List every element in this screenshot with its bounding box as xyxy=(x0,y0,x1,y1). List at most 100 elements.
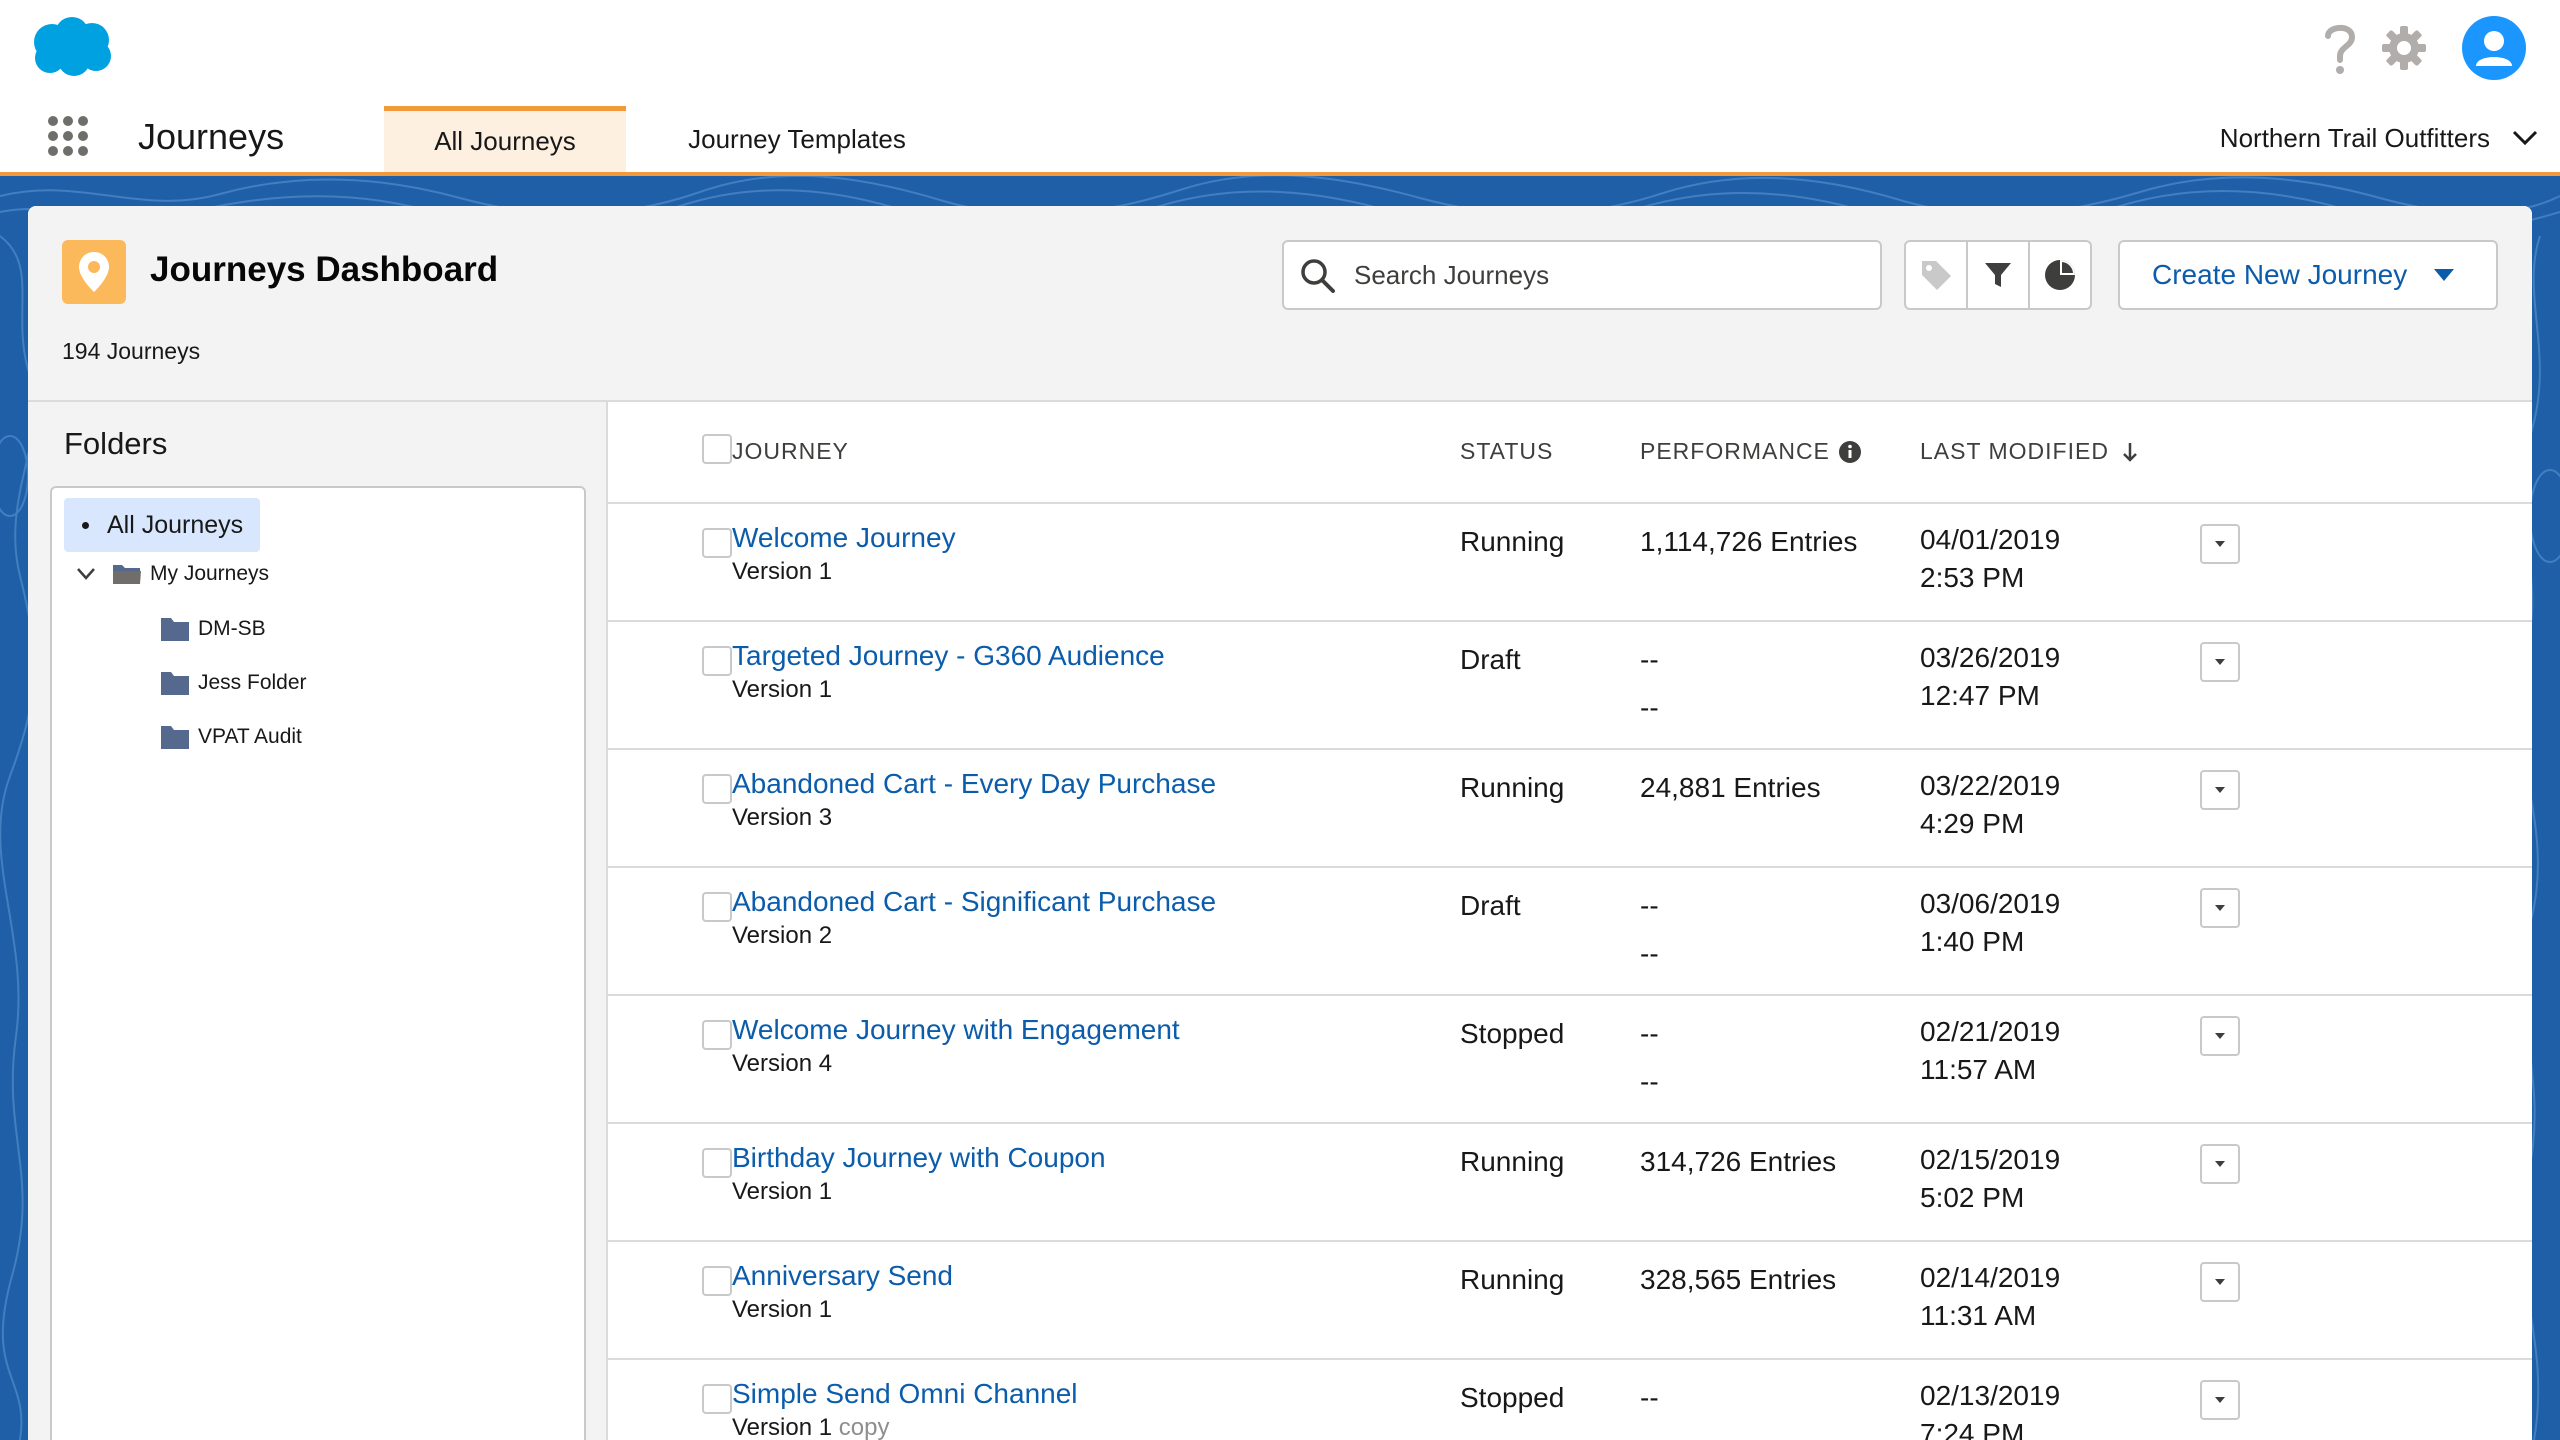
last-modified-date: 04/01/2019 xyxy=(1920,524,2061,555)
caret-down-icon xyxy=(2215,1397,2225,1403)
row-checkbox[interactable] xyxy=(702,774,732,804)
journey-performance: -- xyxy=(1640,644,1659,675)
journey-status: Stopped xyxy=(1460,1018,1565,1049)
row-actions-button[interactable] xyxy=(2200,1380,2240,1420)
chart-button[interactable] xyxy=(2030,242,2090,308)
journey-version: Version 1 copy xyxy=(732,1414,890,1440)
journey-version: Version 1 xyxy=(732,1178,833,1205)
question-mark-icon[interactable] xyxy=(2320,20,2360,76)
app-launcher-icon[interactable] xyxy=(48,116,88,156)
last-modified-date: 03/22/2019 xyxy=(1920,770,2061,801)
tab-all-journeys[interactable]: All Journeys xyxy=(384,106,626,172)
folder-vpat-audit[interactable]: VPAT Audit xyxy=(160,724,302,750)
row-actions-button[interactable] xyxy=(2200,1016,2240,1056)
journey-performance-secondary: -- xyxy=(1640,1066,1659,1097)
journey-name-link[interactable]: Welcome Journey with Engagement xyxy=(732,1014,1180,1046)
column-header-performance-label: PERFORMANCE xyxy=(1640,438,1830,464)
row-checkbox[interactable] xyxy=(702,892,732,922)
row-checkbox[interactable] xyxy=(702,646,732,676)
journeys-dashboard-card: Journeys Dashboard 194 Journeys Search J… xyxy=(28,206,2532,1440)
table-row: Welcome Journey Version 1 Running 1,114,… xyxy=(608,504,2532,622)
row-actions-button[interactable] xyxy=(2200,770,2240,810)
folder-all-journeys[interactable]: All Journeys xyxy=(64,498,260,552)
last-modified-time: 4:29 PM xyxy=(1920,808,2025,839)
journey-status: Draft xyxy=(1460,644,1521,675)
journey-name-link[interactable]: Simple Send Omni Channel xyxy=(732,1378,1078,1410)
pie-chart-icon xyxy=(2045,260,2075,290)
row-checkbox[interactable] xyxy=(702,528,732,558)
journey-name-link[interactable]: Birthday Journey with Coupon xyxy=(732,1142,1106,1174)
journey-performance: -- xyxy=(1640,1018,1659,1049)
create-button-label: Create New Journey xyxy=(2152,259,2408,290)
filter-button[interactable] xyxy=(1968,242,2030,308)
journey-performance-secondary: -- xyxy=(1640,938,1659,969)
row-actions-button[interactable] xyxy=(2200,642,2240,682)
column-header-performance[interactable]: PERFORMANCE xyxy=(1640,438,1862,465)
table-row: Anniversary Send Version 1 Running 328,5… xyxy=(608,1242,2532,1360)
last-modified-date: 02/13/2019 xyxy=(1920,1380,2061,1411)
row-checkbox[interactable] xyxy=(702,1148,732,1178)
table-row: Birthday Journey with Coupon Version 1 R… xyxy=(608,1124,2532,1242)
journey-status: Running xyxy=(1460,1146,1565,1177)
row-checkbox[interactable] xyxy=(702,1384,732,1414)
last-modified-date: 02/21/2019 xyxy=(1920,1016,2061,1047)
last-modified-date: 03/06/2019 xyxy=(1920,888,2061,919)
folder-label: VPAT Audit xyxy=(198,725,302,748)
journey-status: Draft xyxy=(1460,890,1521,921)
folder-my-journeys[interactable]: My Journeys xyxy=(76,562,269,586)
table-row: Welcome Journey with Engagement Version … xyxy=(608,996,2532,1124)
column-header-last-modified[interactable]: LAST MODIFIED xyxy=(1920,438,2139,465)
journey-count: 194 Journeys xyxy=(62,338,201,364)
org-switcher[interactable]: Northern Trail Outfitters xyxy=(2220,116,2538,160)
row-actions-button[interactable] xyxy=(2200,1144,2240,1184)
create-new-journey-button[interactable]: Create New Journey xyxy=(2118,240,2498,310)
journey-name-link[interactable]: Targeted Journey - G360 Audience xyxy=(732,640,1165,672)
toolbar-icon-group xyxy=(1904,240,2092,310)
last-modified-date: 02/14/2019 xyxy=(1920,1262,2061,1293)
journey-name-link[interactable]: Anniversary Send xyxy=(732,1260,953,1292)
journey-name-link[interactable]: Abandoned Cart - Significant Purchase xyxy=(732,886,1216,918)
gear-icon[interactable] xyxy=(2382,26,2426,70)
chevron-down-icon[interactable] xyxy=(76,567,96,581)
journey-performance: 1,114,726 Entries xyxy=(1640,526,1858,557)
row-actions-button[interactable] xyxy=(2200,524,2240,564)
journey-name-link[interactable]: Abandoned Cart - Every Day Purchase xyxy=(732,768,1216,800)
user-avatar-icon[interactable] xyxy=(2462,16,2526,80)
search-box xyxy=(1282,240,1882,310)
last-modified-time: 7:24 PM xyxy=(1920,1418,2025,1440)
last-modified-date: 03/26/2019 xyxy=(1920,642,2061,673)
caret-down-icon xyxy=(2215,1161,2225,1167)
search-input[interactable] xyxy=(1354,256,1864,294)
journey-performance: -- xyxy=(1640,890,1659,921)
last-modified-time: 2:53 PM xyxy=(1920,562,2025,593)
filter-icon xyxy=(1985,263,2011,287)
tab-journey-templates[interactable]: Journey Templates xyxy=(652,106,942,172)
app-nav-bar: Journeys All Journeys Journey Templates … xyxy=(0,100,2560,176)
folder-dm-sb[interactable]: DM-SB xyxy=(160,616,266,642)
caret-down-icon xyxy=(2215,787,2225,793)
table-row: Simple Send Omni Channel Version 1 copy … xyxy=(608,1360,2532,1440)
row-checkbox[interactable] xyxy=(702,1020,732,1050)
journey-performance: 24,881 Entries xyxy=(1640,772,1821,803)
info-icon[interactable] xyxy=(1838,440,1862,464)
journey-name-link[interactable]: Welcome Journey xyxy=(732,522,956,554)
column-header-status[interactable]: STATUS xyxy=(1460,438,1553,465)
search-icon xyxy=(1301,259,1335,293)
folder-label: DM-SB xyxy=(198,617,266,640)
journey-status: Running xyxy=(1460,1264,1565,1295)
caret-down-icon xyxy=(2215,1033,2225,1039)
folder-jess[interactable]: Jess Folder xyxy=(160,670,307,696)
salesforce-cloud-logo[interactable] xyxy=(30,16,114,78)
row-actions-button[interactable] xyxy=(2200,1262,2240,1302)
row-checkbox[interactable] xyxy=(702,1266,732,1296)
row-actions-button[interactable] xyxy=(2200,888,2240,928)
caret-down-icon xyxy=(2215,541,2225,547)
column-header-journey[interactable]: JOURNEY xyxy=(732,438,849,465)
caret-down-icon xyxy=(2215,1279,2225,1285)
location-pin-icon xyxy=(62,240,126,304)
tag-button[interactable] xyxy=(1906,242,1968,308)
select-all-checkbox[interactable] xyxy=(702,434,732,464)
journey-version: Version 2 xyxy=(732,922,833,949)
journey-version: Version 1 xyxy=(732,676,833,703)
last-modified-time: 11:31 AM xyxy=(1920,1300,2037,1331)
